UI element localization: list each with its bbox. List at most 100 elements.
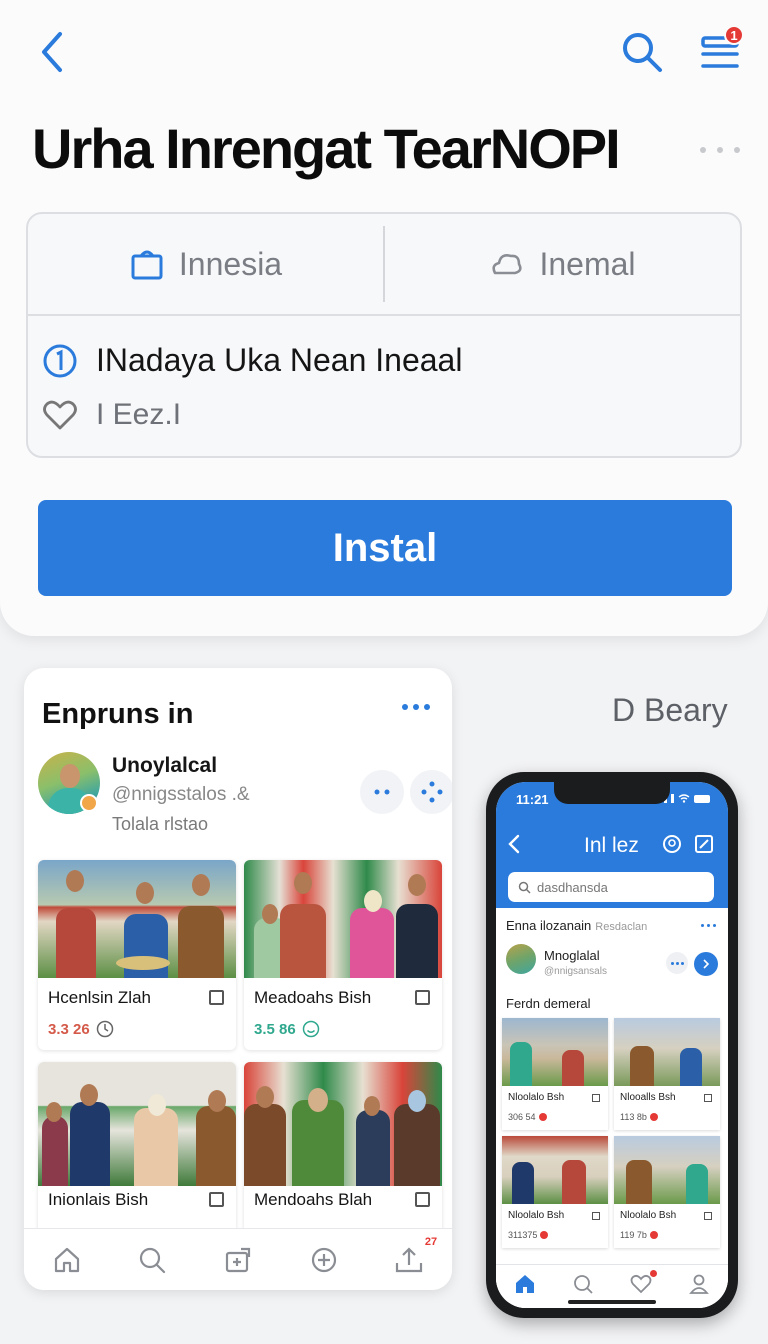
- post-checkbox[interactable]: [415, 990, 430, 1005]
- phone-post[interactable]: Nloolalo Bsh 311375: [502, 1136, 608, 1248]
- phone-tab-search[interactable]: [572, 1273, 594, 1300]
- phone-clock: 11:21: [516, 792, 549, 807]
- post-caption: Hcenlsin Zlah: [48, 988, 151, 1007]
- phone-search-input[interactable]: dasdhansda: [508, 872, 714, 902]
- phone-feed-title: Ferdn demeral: [506, 996, 591, 1011]
- chevron-left-icon: [508, 834, 520, 854]
- avatar[interactable]: [506, 944, 536, 974]
- user-icon: [689, 1274, 709, 1294]
- phone-post-caption: Nloolalo Bsh: [508, 1092, 565, 1103]
- back-button[interactable]: [30, 28, 74, 76]
- home-indicator: [568, 1300, 656, 1304]
- post-card[interactable]: Hcenlsin Zlah 3.3 26: [38, 860, 236, 1050]
- phone-header-actions: [662, 834, 714, 854]
- post-photo: [38, 1062, 236, 1186]
- feed-more-button[interactable]: [402, 704, 430, 710]
- edit-icon[interactable]: [694, 834, 714, 854]
- info-row-primary-text: INadaya Uka Nean Ineaal: [96, 342, 463, 378]
- phone-post[interactable]: Nlooalls Bsh 113 8b: [614, 1018, 720, 1130]
- post-checkbox[interactable]: [415, 1192, 430, 1207]
- post-photo: [38, 860, 236, 978]
- phone-section-title: Enna ilozanain Resdaclan: [506, 918, 648, 933]
- phone-post-stat: 113 8b: [620, 1112, 658, 1122]
- tab-innesia[interactable]: Innesia: [28, 214, 383, 314]
- post-caption: Inionlais Bish: [48, 1190, 149, 1209]
- chat-button[interactable]: [360, 770, 404, 814]
- phone-post-checkbox[interactable]: [592, 1094, 600, 1102]
- tab-search[interactable]: [132, 1240, 172, 1280]
- post-card[interactable]: Mendoahs Blah: [244, 1062, 442, 1242]
- smile-icon: [302, 1020, 319, 1038]
- phone-next-button[interactable]: [694, 952, 718, 976]
- notification-badge: 1: [724, 25, 744, 45]
- search-icon: [140, 1247, 166, 1273]
- post-checkbox[interactable]: [209, 990, 224, 1005]
- menu-button[interactable]: 1: [694, 25, 746, 78]
- post-card[interactable]: Meadoahs Bish 3.5 86: [244, 860, 442, 1050]
- post-caption: Meadoahs Bish: [254, 988, 372, 1007]
- profile-name[interactable]: Unoylalcal: [112, 754, 217, 778]
- phone-post[interactable]: Nloolalo Bsh 119 7b: [614, 1136, 720, 1248]
- info-row-secondary-text: I Eez.I: [96, 398, 182, 431]
- phone-more-button[interactable]: [666, 952, 688, 974]
- options-button[interactable]: [410, 770, 452, 814]
- install-button[interactable]: Instal: [38, 500, 732, 596]
- app-detail-sheet: 1 Urha Inrengat TearNOPI Innesia Inemal …: [0, 0, 768, 636]
- search-icon: [518, 881, 531, 894]
- phone-post-caption: Nlooalls Bsh: [620, 1092, 676, 1103]
- post-stat: 3.5 86: [254, 1020, 320, 1038]
- tab-home[interactable]: [47, 1240, 87, 1280]
- upload-badge: 27: [424, 1235, 438, 1248]
- phone-post[interactable]: Nloolalo Bsh 306 54: [502, 1018, 608, 1130]
- tab-inemal[interactable]: Inemal: [385, 214, 740, 314]
- phone-screen: 11:21 Inl lez dasdhansda Enna ilozanain R…: [496, 782, 728, 1308]
- info-row-secondary: I Eez.I: [42, 398, 181, 432]
- search-icon: [574, 1275, 593, 1294]
- more-horizontal-icon: [374, 789, 390, 795]
- dots-circle-icon: [421, 781, 443, 803]
- more-options-button[interactable]: [700, 136, 740, 164]
- phone-tab-likes[interactable]: [630, 1270, 657, 1299]
- upload-icon: [396, 1246, 423, 1272]
- phone-post-caption: Nloolalo Bsh: [508, 1210, 565, 1221]
- post-caption: Mendoahs Blah: [254, 1190, 373, 1209]
- phone-post-checkbox[interactable]: [704, 1094, 712, 1102]
- chevron-right-icon: [703, 959, 710, 969]
- phone-tab-profile[interactable]: [688, 1273, 710, 1300]
- phone-post-stat: 306 54: [508, 1112, 547, 1122]
- phone-section-more[interactable]: [701, 924, 716, 927]
- phone-post-checkbox[interactable]: [592, 1212, 600, 1220]
- post-stat-value: 3.5 86: [254, 1020, 296, 1038]
- phone-post-stat: 311375: [508, 1230, 549, 1240]
- phone-profile-name: Mnoglalal: [544, 948, 600, 963]
- phone-tab-home[interactable]: [514, 1273, 536, 1300]
- wifi-icon: [678, 794, 690, 803]
- post-card[interactable]: Inionlais Bish: [38, 1062, 236, 1242]
- phone-content: Enna ilozanain Resdaclan Mnoglalal @nnigs…: [496, 908, 728, 1308]
- heart-icon: [630, 1274, 652, 1294]
- plus-circle-icon: [311, 1247, 336, 1272]
- tab-add[interactable]: [304, 1240, 344, 1280]
- search-icon: [623, 33, 662, 72]
- phone-post-caption: Nloolalo Bsh: [620, 1210, 677, 1221]
- post-checkbox[interactable]: [209, 1192, 224, 1207]
- chevron-left-icon: [42, 32, 62, 72]
- tab-upload[interactable]: 27: [389, 1236, 437, 1280]
- profile-subtitle: Tolala rlstao: [112, 814, 209, 834]
- post-stat: 3.3 26: [48, 1020, 114, 1038]
- search-button[interactable]: [616, 26, 668, 78]
- phone-back-button[interactable]: [508, 834, 520, 859]
- post-photo: [244, 1062, 442, 1186]
- tab-create[interactable]: [218, 1240, 258, 1280]
- side-label: D Beary: [612, 692, 728, 728]
- tab-inemal-label: Inemal: [539, 245, 636, 282]
- phone-post-checkbox[interactable]: [704, 1212, 712, 1220]
- phone-search-placeholder: dasdhansda: [537, 879, 608, 895]
- info-card: Innesia Inemal INadaya Uka Nean Ineaal I…: [26, 212, 742, 458]
- post-stat-value: 3.3 26: [48, 1020, 90, 1038]
- add-box-icon: [225, 1247, 251, 1272]
- heart-icon[interactable]: [42, 399, 78, 431]
- search-icon[interactable]: [662, 834, 682, 854]
- phone-notch: [554, 782, 670, 804]
- home-icon: [516, 1275, 534, 1293]
